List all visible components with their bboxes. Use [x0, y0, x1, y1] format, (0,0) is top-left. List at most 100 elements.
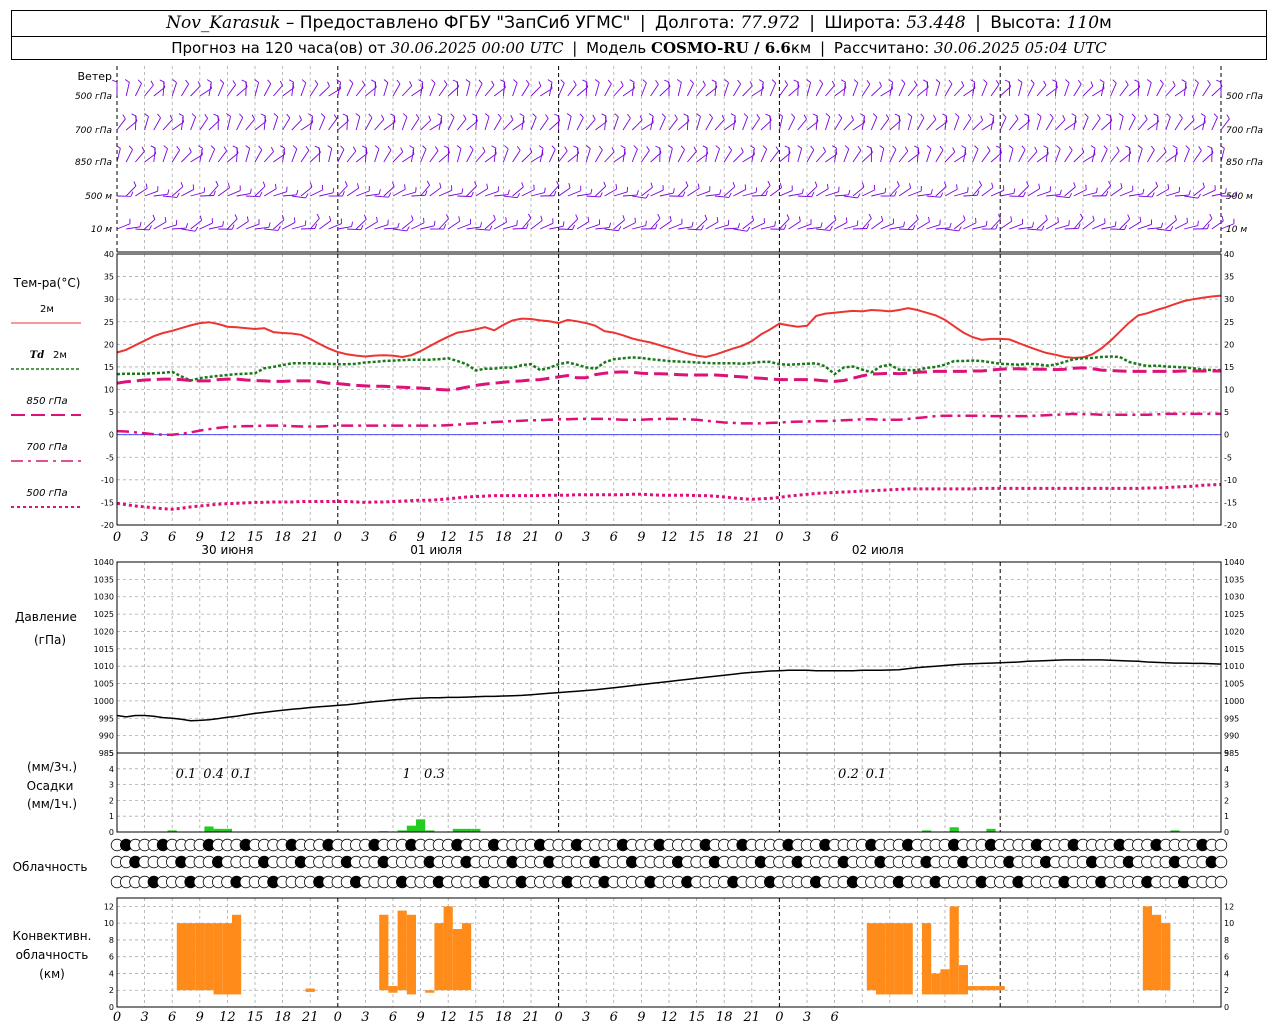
wind-barb-feather	[786, 214, 790, 220]
wind-barb-staff	[392, 188, 406, 197]
wind-barb-staff	[806, 82, 812, 97]
wind-barb-staff	[1110, 150, 1120, 163]
wind-barb-feather	[942, 113, 947, 117]
wind-barb-feather	[332, 187, 335, 193]
wind-barb-feather	[716, 216, 719, 223]
wind-barb-staff	[1119, 84, 1129, 97]
prec-ytick-right: 4	[1224, 765, 1229, 774]
wind-barb-feather	[304, 220, 307, 226]
wind-barb-staff	[475, 151, 486, 163]
wind-barb-feather	[711, 79, 717, 83]
wind-level-label-right: 850 гПа	[1226, 158, 1263, 168]
wind-barb-staff	[318, 116, 326, 131]
wind-barb-feather	[210, 145, 216, 150]
wind-barb-staff	[558, 187, 571, 197]
wind-barb-staff	[181, 83, 189, 97]
wind-barb-feather	[368, 113, 373, 118]
wind-barb-staff	[871, 220, 883, 230]
wind-barb-feather	[292, 145, 298, 150]
temp-ytick-right: 0	[1224, 431, 1229, 440]
wind-barb-staff	[972, 148, 979, 163]
wind-barb-staff	[687, 150, 697, 163]
wind-barb-feather	[920, 113, 925, 118]
wind-barb-feather	[634, 217, 636, 223]
wind-barb-feather	[273, 113, 279, 118]
wind-barb-staff	[1027, 228, 1042, 231]
wind-barb-staff	[208, 149, 216, 163]
wind-barb-staff	[824, 116, 831, 131]
wind-barb-feather	[443, 224, 447, 230]
pres-ytick-right: 1025	[1224, 610, 1244, 619]
wind-barb-staff	[567, 116, 572, 131]
wind-barb-staff	[190, 191, 205, 197]
wind-barb-staff	[834, 117, 843, 131]
wind-barb-staff	[365, 193, 380, 197]
wind-barb-staff	[181, 151, 192, 163]
wind-barb-staff	[806, 149, 815, 163]
wind-panel	[112, 79, 1238, 232]
wind-barb-feather	[868, 213, 872, 219]
conv-xtick: 6	[610, 1010, 618, 1024]
temp-ytick-left: 10	[104, 386, 114, 395]
wind-barb-staff	[733, 228, 748, 232]
temp-legend-label: 700 гПа	[26, 442, 67, 453]
wind-barb-feather	[1207, 145, 1213, 149]
wind-level-label-right: 500 м	[1226, 192, 1253, 202]
temp-xtick: 6	[610, 530, 618, 545]
temp-ytick-left: 35	[104, 273, 114, 282]
wind-barb-feather	[838, 113, 843, 119]
wind-barb-staff	[346, 83, 354, 97]
wind-barb-staff	[733, 151, 744, 163]
wind-barb-feather	[750, 145, 755, 149]
wind-barb-feather	[888, 79, 893, 83]
wind-barb-feather	[622, 215, 625, 221]
wind-barb-feather	[262, 181, 266, 187]
temp-title: Тем-ра(°С)	[13, 276, 81, 290]
wind-barb-feather	[491, 145, 497, 149]
wind-barb-feather	[286, 113, 291, 119]
wind-barb-staff	[926, 148, 932, 163]
wind-barb-feather	[749, 81, 753, 87]
wind-barb-feather	[458, 216, 461, 222]
temp-xtick: 0	[554, 530, 562, 545]
wind-barb-feather	[661, 113, 666, 118]
wind-barb-feather	[983, 79, 988, 84]
convective-panel	[176, 906, 1171, 995]
prec-ytick-right: 0	[1224, 828, 1229, 837]
wind-barb-staff	[309, 218, 320, 230]
wind-barb-feather	[452, 79, 458, 83]
wind-barb-staff	[300, 82, 307, 97]
wind-barb-staff	[438, 84, 448, 97]
convective-bar	[195, 923, 205, 991]
wind-barb-staff	[494, 194, 509, 197]
wind-barb-feather	[1073, 182, 1076, 188]
wind-barb-staff	[484, 191, 499, 197]
wind-barb-staff	[880, 223, 894, 230]
convective-bar	[213, 923, 223, 995]
wind-barb-feather	[851, 115, 854, 121]
conv-xtick: 9	[196, 1010, 204, 1024]
wind-barb-feather	[793, 79, 799, 83]
wind-barb-staff	[153, 221, 167, 230]
convective-bar	[949, 906, 959, 995]
wind-barb-staff	[1018, 82, 1023, 97]
wind-barb-staff	[1082, 116, 1089, 131]
wind-barb-feather	[1226, 114, 1230, 120]
temp-ytick-right: 40	[1224, 250, 1234, 259]
pres-ytick-right: 1005	[1224, 680, 1244, 689]
precip-title-1h: (мм/1ч.)	[27, 797, 77, 811]
wind-barb-staff	[512, 227, 527, 230]
wind-barb-staff	[898, 187, 911, 197]
wind-barb-staff	[760, 225, 775, 230]
wind-barb-feather	[952, 147, 956, 153]
temp-xtick: 21	[522, 530, 540, 545]
wind-barb-feather	[1207, 80, 1211, 85]
temp-xtick: 18	[716, 530, 733, 545]
wind-barb-staff	[1073, 189, 1087, 197]
wind-barb-feather	[232, 145, 238, 149]
temp-xtick: 0	[775, 530, 783, 545]
wind-barb-feather	[185, 79, 189, 85]
wind-barb-staff	[401, 219, 414, 230]
wind-barb-staff	[1009, 118, 1019, 131]
wind-barb-feather	[504, 145, 509, 150]
